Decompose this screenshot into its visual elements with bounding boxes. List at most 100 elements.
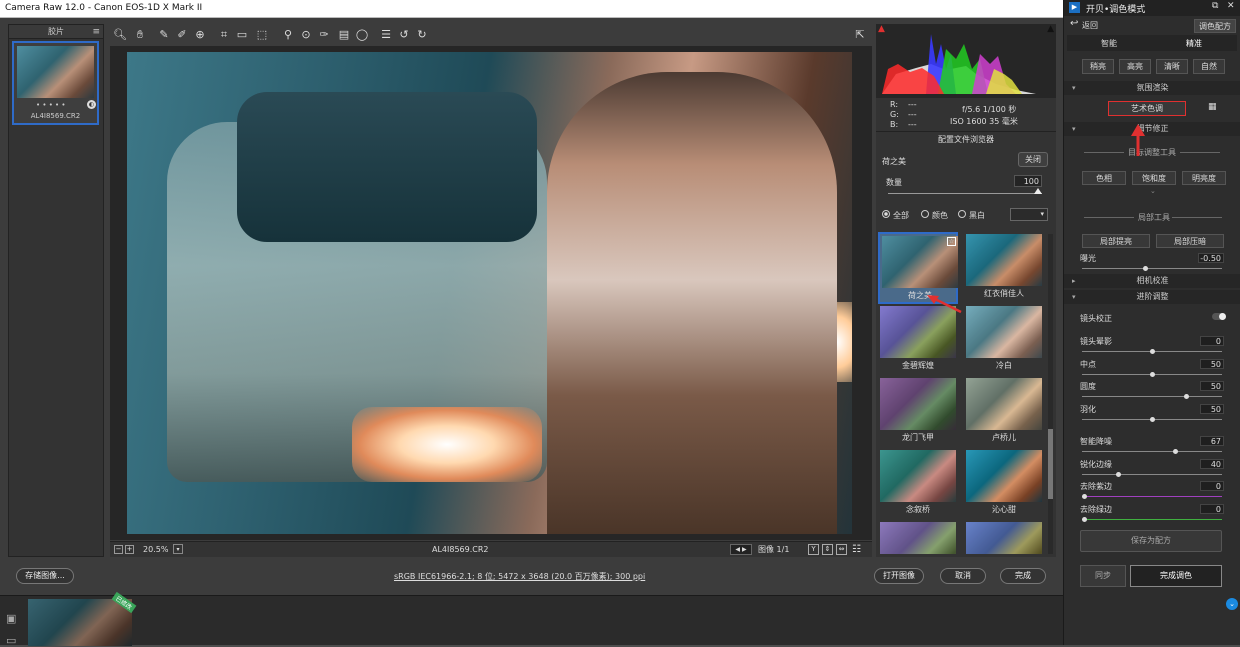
filter-all-label[interactable]: 全部 <box>893 210 909 221</box>
slider-track[interactable] <box>1082 519 1222 520</box>
thumbnail-rating[interactable]: • • • • • <box>36 101 66 109</box>
image-icon[interactable]: ▣ <box>6 612 16 625</box>
scene-button-clear[interactable]: 清晰 <box>1156 59 1188 74</box>
section-atmosphere[interactable]: ▾ 氛围渲染 <box>1064 81 1240 95</box>
prev-image-icon[interactable]: ◀ ▶ <box>730 544 752 555</box>
filter-bw-radio-icon[interactable] <box>958 210 966 218</box>
slider-knob[interactable] <box>1082 517 1087 522</box>
close-panel-icon[interactable]: ✕ <box>1227 1 1235 11</box>
slider-value[interactable]: 40 <box>1200 459 1224 469</box>
view-settings-icon[interactable]: ☷ <box>852 542 861 557</box>
highlight-clipping-icon[interactable]: ▲ <box>1047 24 1054 34</box>
target-luminance-button[interactable]: 明亮度 <box>1182 171 1226 185</box>
graduated-filter-icon[interactable]: ▤ <box>336 27 352 43</box>
recipe-button[interactable]: 调色配方 <box>1194 19 1236 33</box>
amount-slider-knob[interactable] <box>1034 188 1042 194</box>
slider-knob[interactable] <box>1150 372 1155 377</box>
compare-icon[interactable]: ⇕ <box>822 544 833 555</box>
local-darken-button[interactable]: 局部压暗 <box>1156 234 1224 248</box>
exposure-value[interactable]: -0.50 <box>1198 253 1224 263</box>
amount-input[interactable]: 100 <box>1014 175 1042 187</box>
slider-track[interactable] <box>1082 396 1222 397</box>
filter-color-label[interactable]: 颜色 <box>932 210 948 221</box>
open-image-button[interactable]: 打开图像 <box>874 568 924 584</box>
tab-precise[interactable]: 精准 <box>1186 38 1202 49</box>
slider-value[interactable]: 67 <box>1200 436 1224 446</box>
filter-color-radio-icon[interactable] <box>921 210 929 218</box>
slider-track[interactable] <box>1082 474 1222 475</box>
profile-group-dropdown[interactable]: ▾ <box>1010 208 1048 221</box>
slider-value[interactable]: 50 <box>1200 404 1224 414</box>
target-adjust-icon[interactable]: ⊕ <box>192 27 208 43</box>
slider-value[interactable]: 50 <box>1200 359 1224 369</box>
slider-track[interactable] <box>1082 496 1222 497</box>
sync-button[interactable]: 同步 <box>1080 565 1126 587</box>
rotate-left-icon[interactable]: ↺ <box>396 27 412 43</box>
favorite-icon[interactable]: ☆ <box>947 237 956 246</box>
preset-tile[interactable]: 红衣俏佳人 <box>964 232 1044 304</box>
swap-icon[interactable]: ⇔ <box>836 544 847 555</box>
preset-tile[interactable] <box>964 520 1044 554</box>
help-chevron-icon[interactable]: ⌄ <box>1226 598 1238 610</box>
slider-knob[interactable] <box>1173 449 1179 454</box>
target-hue-button[interactable]: 色相 <box>1082 171 1126 185</box>
target-saturation-button[interactable]: 饱和度 <box>1132 171 1176 185</box>
preset-tile[interactable] <box>878 520 958 554</box>
local-brighten-button[interactable]: 局部提亮 <box>1082 234 1150 248</box>
art-tone-button[interactable]: 艺术色调 <box>1108 101 1186 116</box>
view-y-icon[interactable]: Y <box>808 544 819 555</box>
shadow-clipping-icon[interactable]: ▲ <box>878 24 885 34</box>
transform-icon[interactable]: ⬚ <box>254 27 270 43</box>
slider-knob[interactable] <box>1150 417 1155 422</box>
presets-scrollbar[interactable] <box>1048 234 1053 554</box>
preset-tile[interactable]: 念叙桥 <box>878 448 958 520</box>
filmstrip-thumbnail[interactable]: • • • • • ◐ AL4I8569.CR2 <box>12 41 99 125</box>
slider-knob[interactable] <box>1116 472 1121 477</box>
rotate-right-icon[interactable]: ↻ <box>414 27 430 43</box>
slider-value[interactable]: 0 <box>1200 336 1224 346</box>
red-eye-icon[interactable]: ⊙ <box>298 27 314 43</box>
done-button[interactable]: 完成 <box>1000 568 1046 584</box>
save-as-recipe-button[interactable]: 保存为配方 <box>1080 530 1222 552</box>
color-sampler-icon[interactable]: ✐ <box>174 27 190 43</box>
exposure-slider-knob[interactable] <box>1143 266 1149 271</box>
preferences-icon[interactable]: ⇱ <box>852 27 868 43</box>
slider-value[interactable]: 0 <box>1200 481 1224 491</box>
section-advanced[interactable]: ▾ 进阶调整 <box>1064 290 1240 304</box>
section-camera-calibration[interactable]: ▸ 相机校准 <box>1064 274 1240 288</box>
zoom-dropdown-icon[interactable]: ▾ <box>173 544 183 554</box>
straighten-icon[interactable]: ▭ <box>234 27 250 43</box>
close-profile-button[interactable]: 关闭 <box>1018 152 1048 167</box>
filmstrip-menu-icon[interactable]: ≡ <box>92 25 100 39</box>
brush-icon[interactable]: ✑ <box>316 27 332 43</box>
lens-correction-toggle[interactable] <box>1212 313 1226 320</box>
white-balance-icon[interactable]: ✎ <box>156 27 172 43</box>
popout-icon[interactable]: ⧉ <box>1212 1 1218 11</box>
zoom-icon[interactable]: 🔍︎ <box>112 27 128 43</box>
slider-track[interactable] <box>1082 451 1222 452</box>
slider-value[interactable]: 0 <box>1200 504 1224 514</box>
scene-button-high-bright[interactable]: 高亮 <box>1119 59 1151 74</box>
filter-all-radio-icon[interactable] <box>882 210 890 218</box>
expand-chevron-icon[interactable]: ⌄ <box>1150 187 1156 195</box>
folder-icon[interactable]: ▭ <box>6 634 16 647</box>
slider-knob[interactable] <box>1150 349 1155 354</box>
zoom-level[interactable]: 20.5% <box>143 542 168 557</box>
spot-removal-icon[interactable]: ⚲ <box>280 27 296 43</box>
scene-button-slightly-bright[interactable]: 稍亮 <box>1082 59 1114 74</box>
back-button[interactable]: 返回 <box>1082 20 1098 31</box>
zoom-in-button[interactable]: + <box>125 545 134 554</box>
image-canvas[interactable] <box>110 46 872 540</box>
scene-button-natural[interactable]: 自然 <box>1193 59 1225 74</box>
presets-list-icon[interactable]: ☰ <box>378 27 394 43</box>
crop-icon[interactable]: ⌗ <box>216 27 232 43</box>
preset-tile[interactable]: 龙门飞甲 <box>878 376 958 448</box>
slider-value[interactable]: 50 <box>1200 381 1224 391</box>
zoom-out-button[interactable]: − <box>114 545 123 554</box>
workflow-info-link[interactable]: sRGB IEC61966-2.1; 8 位; 5472 x 3648 (20.… <box>394 571 645 582</box>
tab-smart[interactable]: 智能 <box>1101 38 1117 49</box>
preset-tile[interactable]: 冷白 <box>964 304 1044 376</box>
section-detail[interactable]: ▾ 细节修正 <box>1064 122 1240 136</box>
hand-icon[interactable]: ✋︎ <box>132 27 148 43</box>
grid-view-icon[interactable]: ▦ <box>1208 102 1217 112</box>
